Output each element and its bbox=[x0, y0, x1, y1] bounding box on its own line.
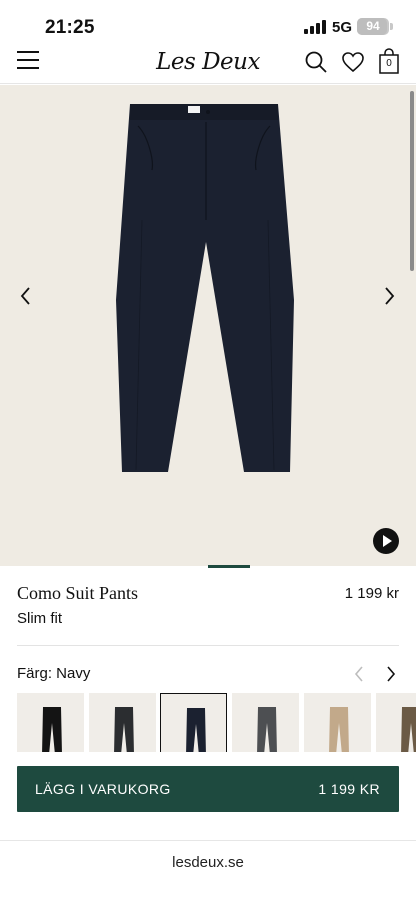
product-name: Como Suit Pants bbox=[17, 583, 139, 603]
swatch-brown[interactable] bbox=[376, 693, 416, 755]
gallery-next-arrow-icon[interactable] bbox=[380, 285, 398, 307]
swatch-image bbox=[401, 707, 416, 755]
color-prev-chevron-icon[interactable] bbox=[352, 665, 366, 683]
product-image bbox=[116, 104, 294, 472]
swatch-image bbox=[257, 707, 277, 755]
status-bar: 21:25 5G 94 bbox=[0, 0, 416, 46]
play-video-button[interactable] bbox=[373, 528, 399, 554]
gallery-indicator bbox=[208, 565, 250, 568]
color-next-chevron-icon[interactable] bbox=[384, 665, 398, 683]
color-swatches bbox=[17, 693, 416, 755]
browser-url[interactable]: lesdeux.se bbox=[0, 854, 416, 871]
swatch-navy[interactable] bbox=[160, 693, 227, 755]
signal-icon bbox=[304, 20, 326, 34]
page-scrollbar[interactable] bbox=[410, 91, 414, 271]
swatch-grey[interactable] bbox=[232, 693, 299, 755]
add-to-cart-price: 1 199 KR bbox=[318, 781, 380, 797]
battery-icon: 94 bbox=[357, 18, 389, 35]
browser-divider bbox=[0, 840, 416, 841]
bag-count: 0 bbox=[386, 58, 392, 69]
site-header: Les Deux 0 bbox=[0, 46, 416, 84]
swatch-image bbox=[186, 708, 206, 754]
battery-cap bbox=[390, 23, 393, 30]
gallery-prev-arrow-icon[interactable] bbox=[17, 285, 35, 307]
battery-level: 94 bbox=[366, 19, 380, 33]
product-price: 1 199 kr bbox=[344, 585, 399, 602]
color-label: Färg: Navy bbox=[17, 665, 91, 682]
swatch-beige[interactable] bbox=[304, 693, 371, 755]
swatch-image bbox=[114, 707, 134, 755]
sticky-cart-bar: LÄGG I VARUKORG 1 199 KR lesdeux.se bbox=[0, 752, 416, 900]
swatch-image bbox=[329, 707, 349, 755]
product-gallery[interactable] bbox=[0, 85, 416, 566]
bag-icon[interactable]: 0 bbox=[378, 48, 400, 74]
divider bbox=[17, 645, 399, 646]
menu-icon[interactable] bbox=[17, 51, 39, 69]
swatch-charcoal[interactable] bbox=[89, 693, 156, 755]
network-label: 5G bbox=[332, 19, 353, 36]
add-to-cart-button[interactable]: LÄGG I VARUKORG 1 199 KR bbox=[17, 766, 399, 812]
search-icon[interactable] bbox=[304, 50, 328, 74]
swatch-black[interactable] bbox=[17, 693, 84, 755]
swatch-image bbox=[42, 707, 62, 755]
heart-icon[interactable] bbox=[341, 50, 365, 74]
add-to-cart-label: LÄGG I VARUKORG bbox=[35, 781, 171, 797]
product-fit: Slim fit bbox=[17, 610, 62, 627]
logo[interactable]: Les Deux bbox=[150, 49, 266, 75]
status-time: 21:25 bbox=[45, 17, 95, 38]
